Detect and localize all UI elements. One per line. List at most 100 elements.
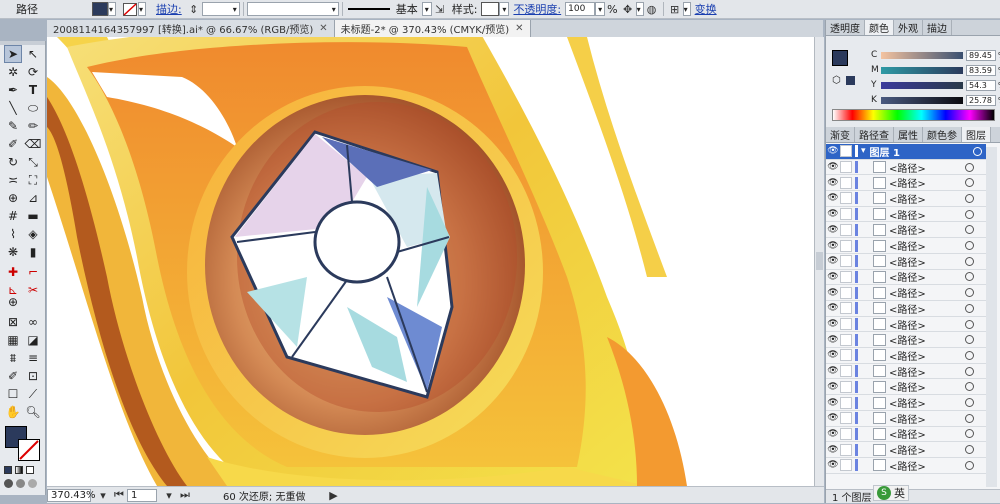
lasso-tool-icon[interactable]: ⟳ xyxy=(24,63,42,81)
recolor-icon[interactable]: ✥ xyxy=(620,2,636,16)
lock-toggle[interactable] xyxy=(840,302,852,315)
path-name[interactable]: <路径> xyxy=(889,207,959,222)
blob-brush-tool-icon[interactable]: ✐ xyxy=(4,135,22,153)
list-item[interactable]: 👁︎ <路径> xyxy=(826,270,986,286)
path-name[interactable]: <路径> xyxy=(889,269,959,284)
list-item[interactable]: 👁︎ <路径> xyxy=(826,442,986,458)
list-item[interactable]: 👁︎ <路径> xyxy=(826,380,986,396)
path-name[interactable]: <路径> xyxy=(889,301,959,316)
visibility-eye-icon[interactable]: 👁︎ xyxy=(826,460,840,470)
list-item[interactable]: 👁︎ <路径> xyxy=(826,348,986,364)
direct-selection-tool-icon[interactable]: ↖ xyxy=(24,45,42,63)
eyedropper-tool-icon[interactable]: ⌇ xyxy=(4,225,22,243)
twirl-tool-icon[interactable]: ∞ xyxy=(24,313,42,331)
lock-toggle[interactable] xyxy=(840,239,852,252)
target-circle-icon[interactable] xyxy=(965,178,974,188)
target-circle-icon[interactable] xyxy=(965,256,974,266)
lock-toggle[interactable] xyxy=(840,145,852,158)
path-name[interactable]: <路径> xyxy=(889,175,959,190)
channel-c-value[interactable]: 89.45 xyxy=(966,49,996,61)
brush-dropdown[interactable]: ▾ xyxy=(421,2,432,16)
channel-y-slider[interactable] xyxy=(881,81,963,89)
visibility-eye-icon[interactable]: 👁︎ xyxy=(826,209,840,219)
visibility-eye-icon[interactable]: 👁︎ xyxy=(826,256,840,266)
list-item[interactable]: 👁︎ <路径> xyxy=(826,160,986,176)
free-transform-tool-icon[interactable]: ⛶ xyxy=(24,171,42,189)
target-circle-icon[interactable] xyxy=(965,193,974,203)
visibility-eye-icon[interactable]: 👁︎ xyxy=(826,382,840,392)
blend-tool-icon[interactable]: ◈ xyxy=(24,225,42,243)
lock-toggle[interactable] xyxy=(840,161,852,174)
target-circle-icon[interactable] xyxy=(965,382,974,392)
path-name[interactable]: <路径> xyxy=(889,395,959,410)
lock-toggle[interactable] xyxy=(840,396,852,409)
color-spectrum-bar[interactable] xyxy=(832,109,995,121)
options-icon[interactable]: ⇲ xyxy=(432,2,448,16)
list-item[interactable]: 👁︎ <路径> xyxy=(826,332,986,349)
rectangle-tool-icon[interactable]: ☐ xyxy=(4,385,22,403)
path-name[interactable]: <路径> xyxy=(889,411,959,426)
visibility-eye-icon[interactable]: 👁︎ xyxy=(826,350,840,360)
list-item[interactable]: 👁︎ <路径> xyxy=(826,191,986,207)
target-circle-icon[interactable] xyxy=(973,146,982,156)
target-circle-icon[interactable] xyxy=(965,366,974,376)
lock-toggle[interactable] xyxy=(840,208,852,221)
path-name[interactable]: <路径> xyxy=(889,191,959,206)
ime-indicator[interactable]: S 英 xyxy=(873,485,909,501)
gradient-tool-icon[interactable]: ▬ xyxy=(24,207,42,225)
selection-tool-icon[interactable]: ➤ xyxy=(4,45,22,63)
warp-tool-icon[interactable]: ⊠ xyxy=(4,313,22,331)
variable-width-field[interactable]: ▾ xyxy=(246,2,339,16)
shape-builder-tool-icon[interactable]: ⊕ xyxy=(4,189,22,207)
chart-tool-icon[interactable]: ⩩ xyxy=(4,349,22,367)
path-name[interactable]: <路径> xyxy=(889,364,959,379)
color-fill-swatch[interactable] xyxy=(832,50,848,66)
crosshair-tool-icon[interactable]: ⊕ xyxy=(4,293,22,311)
list-item[interactable]: 👁︎ <路径> xyxy=(826,207,986,223)
path-name[interactable]: <路径> xyxy=(889,379,959,394)
visibility-eye-icon[interactable]: 👁︎ xyxy=(826,288,840,298)
path-name[interactable]: <路径> xyxy=(889,160,959,175)
stroke-weight-field[interactable]: ▾ xyxy=(201,2,240,16)
list-item[interactable]: 👁︎ <路径> xyxy=(826,364,986,380)
tab-gradient[interactable]: 渐变 xyxy=(826,127,855,142)
status-menu-icon[interactable]: ▶ xyxy=(325,488,341,502)
draw-normal-icon[interactable] xyxy=(4,479,13,488)
close-icon[interactable]: ✕ xyxy=(319,23,327,34)
target-circle-icon[interactable] xyxy=(965,288,974,298)
stroke-none-swatch[interactable] xyxy=(122,2,138,16)
eraser-tool-icon[interactable]: ⌫ xyxy=(24,135,42,153)
visibility-eye-icon[interactable]: 👁︎ xyxy=(826,193,840,203)
lock-toggle[interactable] xyxy=(840,255,852,268)
style-dropdown[interactable]: ▾ xyxy=(499,2,510,16)
channel-m-value[interactable]: 83.59 xyxy=(966,64,996,76)
target-circle-icon[interactable] xyxy=(965,413,974,423)
list-item[interactable]: 👁︎ <路径> xyxy=(826,175,986,192)
draw-behind-icon[interactable] xyxy=(16,479,25,488)
list-item[interactable]: 👁︎ <路径> xyxy=(826,254,986,270)
visibility-eye-icon[interactable]: 👁︎ xyxy=(826,429,840,439)
width-tool-icon[interactable]: ≍ xyxy=(4,171,22,189)
lock-toggle[interactable] xyxy=(840,318,852,331)
tab-pathfinder[interactable]: 路径查 xyxy=(855,127,894,142)
path-name[interactable]: <路径> xyxy=(889,238,959,253)
align-icon[interactable]: ⊞ xyxy=(667,2,683,16)
stroke-link[interactable]: 描边: xyxy=(152,1,186,17)
layer-name[interactable]: 图层 1 xyxy=(870,144,940,159)
channel-k-value[interactable]: 25.78 xyxy=(966,94,996,106)
path-name[interactable]: <路径> xyxy=(889,332,959,347)
first-artboard-icon[interactable]: ⏮ xyxy=(111,488,127,502)
target-circle-icon[interactable] xyxy=(965,209,974,219)
lock-toggle[interactable] xyxy=(840,380,852,393)
list-item[interactable]: 👁︎ <路径> xyxy=(826,301,986,317)
mesh-tool-icon[interactable]: # xyxy=(4,207,22,225)
zoom-field[interactable]: 370.43% xyxy=(47,488,96,502)
list-tool-icon[interactable]: ≡ xyxy=(24,349,42,367)
lock-toggle[interactable] xyxy=(840,192,852,205)
column-graph-tool-icon[interactable]: ▮ xyxy=(24,243,42,261)
target-circle-icon[interactable] xyxy=(965,241,974,251)
stroke-weight-stepper[interactable]: ⇕ xyxy=(186,2,202,16)
tab-document-1[interactable]: 20081141643579​97 [转换].ai* @ 66.67% (RGB… xyxy=(47,20,335,37)
target-circle-icon[interactable] xyxy=(965,303,974,313)
visibility-eye-icon[interactable]: 👁︎ xyxy=(826,366,840,376)
